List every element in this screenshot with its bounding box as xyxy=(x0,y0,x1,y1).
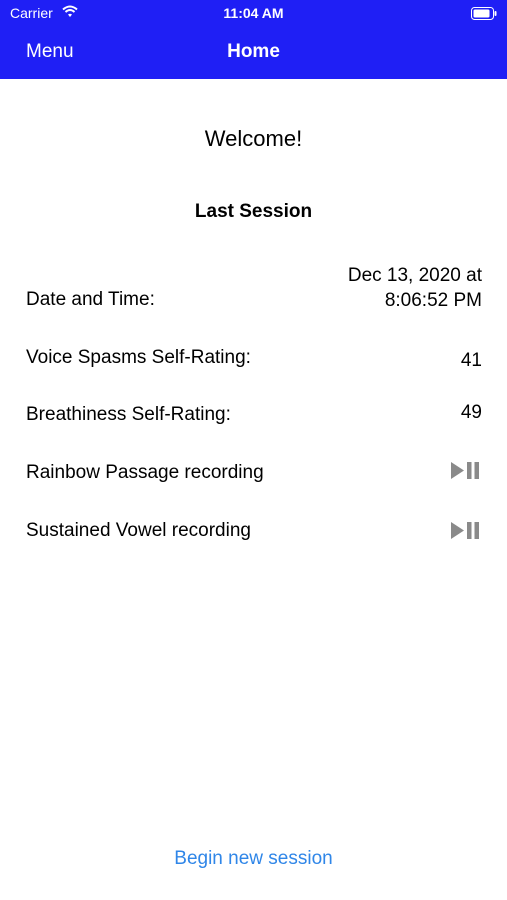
date-time-value-line2: 8:06:52 PM xyxy=(384,290,482,311)
voice-spasms-value: 41 xyxy=(460,350,482,371)
breathiness-label: Breathiness Self-Rating: xyxy=(26,404,231,425)
status-bar: Carrier 11:04 AM xyxy=(0,0,507,28)
breathiness-value: 49 xyxy=(460,402,482,423)
sustained-vowel-label: Sustained Vowel recording xyxy=(26,520,251,541)
rainbow-passage-label: Rainbow Passage recording xyxy=(26,462,264,483)
date-time-value-line1: Dec 13, 2020 at xyxy=(347,265,482,286)
date-time-value: Dec 13, 2020 at 8:06:52 PM xyxy=(262,263,482,313)
rainbow-play-pause-icon[interactable] xyxy=(450,461,482,485)
begin-new-session-button[interactable]: Begin new session xyxy=(0,848,507,870)
last-session-heading: Last Session xyxy=(194,201,313,222)
date-time-label: Date and Time: xyxy=(26,289,155,310)
vowel-play-pause-icon[interactable] xyxy=(450,521,482,545)
battery-icon xyxy=(471,7,497,25)
welcome-heading: Welcome! xyxy=(204,126,303,151)
voice-spasms-label: Voice Spasms Self-Rating: xyxy=(26,347,251,368)
status-time: 11:04 AM xyxy=(223,5,284,21)
page-title: Home xyxy=(227,41,280,62)
navigation-header: Carrier 11:04 AM Menu Home xyxy=(0,0,507,79)
